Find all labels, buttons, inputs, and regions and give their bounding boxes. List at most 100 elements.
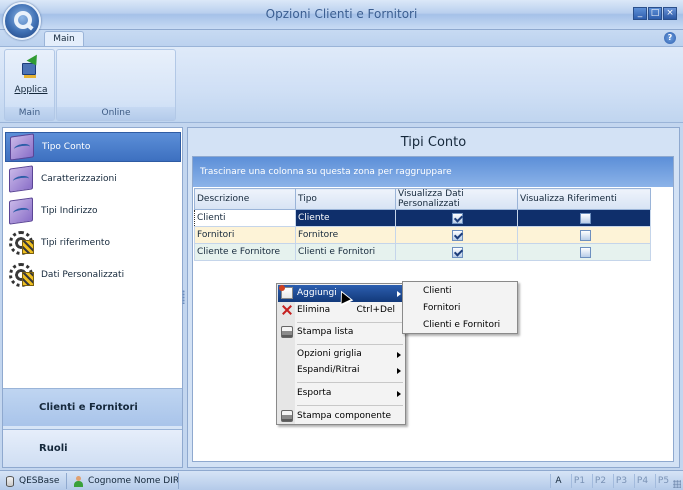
app-menu-orb[interactable] [3, 2, 41, 40]
submenu-arrow-icon [397, 352, 401, 358]
user-icon [74, 475, 83, 487]
group-by-zone[interactable]: Trascinare una colonna su questa zona pe… [193, 157, 673, 187]
title-bar: Opzioni Clienti e Fornitori _ □ × [0, 0, 683, 30]
ribbon-tabstrip: Main ? [0, 30, 683, 47]
nav-item-label: Caratterizzazioni [41, 174, 117, 184]
cell-dati-personalizzati[interactable] [395, 226, 518, 244]
ribbon-group-online: Online [56, 49, 176, 121]
cell-dati-personalizzati[interactable] [395, 209, 518, 227]
group-label-main: Main [5, 107, 54, 120]
checkbox-unchecked[interactable] [579, 229, 591, 241]
grid-header-row: Descrizione Tipo Visualizza Dati Persona… [194, 188, 651, 210]
group-label-online: Online [57, 107, 175, 120]
table-row[interactable]: Cliente e Fornitore Clienti e Fornitori [194, 243, 651, 261]
section-ruoli[interactable]: Ruoli [3, 429, 182, 467]
submenu-item-fornitori[interactable]: Fornitori [404, 300, 516, 317]
menu-item-espandi-ritrai[interactable]: Espandi/Ritrai [278, 362, 405, 379]
page-title: Tipi Conto [400, 135, 467, 150]
left-navigation-panel: Tipo Conto Caratterizzazioni Tipi Indiri… [2, 127, 183, 468]
cell-descrizione[interactable]: Fornitori [194, 226, 296, 244]
column-header-tipo[interactable]: Tipo [295, 188, 396, 210]
menu-item-opzioni-griglia[interactable]: Opzioni griglia [278, 346, 405, 363]
close-button[interactable]: × [663, 7, 677, 20]
column-header-riferimenti[interactable]: Visualizza Riferimenti [517, 188, 651, 210]
cell-tipo[interactable]: Fornitore [295, 226, 396, 244]
menu-separator [297, 382, 403, 383]
menu-item-stampa-componente[interactable]: Stampa componente [278, 408, 405, 425]
menu-item-stampa-lista[interactable]: Stampa lista [278, 324, 405, 341]
nav-item-label: Tipi riferimento [41, 238, 110, 248]
database-label: QESBase [19, 476, 60, 486]
menu-item-label: Elimina [297, 305, 331, 315]
nav-item-label: Tipo Conto [42, 142, 91, 152]
gear-icon [9, 263, 34, 287]
help-icon[interactable]: ? [664, 32, 676, 44]
cell-tipo[interactable]: Clienti e Fornitori [295, 243, 396, 261]
window-title: Opzioni Clienti e Fornitori [265, 7, 418, 21]
database-icon [6, 475, 14, 487]
column-header-dati-personalizzati[interactable]: Visualizza Dati Personalizzati [395, 188, 518, 210]
indicator-p5: P5 [655, 474, 671, 488]
menu-item-label: Espandi/Ritrai [297, 365, 360, 375]
status-user: Cognome Nome DIR [74, 474, 179, 488]
chart-icon [9, 165, 33, 193]
indicator-p4: P4 [634, 474, 650, 488]
resize-grip-icon[interactable] [673, 480, 681, 488]
panel-splitter[interactable] [182, 290, 185, 304]
ribbon: Applica Main Online [0, 46, 683, 123]
checkbox-unchecked[interactable] [579, 212, 591, 224]
nav-item-tipo-conto[interactable]: Tipo Conto [5, 132, 181, 162]
checkbox-checked[interactable] [452, 246, 463, 258]
nav-item-caratterizzazioni[interactable]: Caratterizzazioni [5, 164, 181, 194]
indicator-p2: P2 [592, 474, 608, 488]
tab-main[interactable]: Main [44, 31, 84, 47]
checkbox-checked[interactable] [452, 212, 463, 224]
section-clienti-fornitori[interactable]: Clienti e Fornitori [3, 388, 182, 426]
cell-descrizione[interactable]: Clienti [194, 209, 296, 227]
status-indicators: A P1 P2 P3 P4 P5 [550, 474, 671, 488]
maximize-button[interactable]: □ [648, 7, 662, 20]
applica-button[interactable]: Applica [11, 54, 51, 101]
menu-separator [297, 405, 403, 406]
cell-descrizione[interactable]: Cliente e Fornitore [194, 243, 296, 261]
cell-tipo[interactable]: Cliente [295, 209, 396, 227]
nav-item-dati-personalizzati[interactable]: Dati Personalizzati [5, 260, 181, 290]
menu-item-label: Stampa lista [297, 327, 354, 337]
submenu-item-clienti[interactable]: Clienti [404, 283, 516, 300]
nav-item-tipi-riferimento[interactable]: Tipi riferimento [5, 228, 181, 258]
nav-item-label: Dati Personalizzati [41, 270, 125, 280]
cell-riferimenti[interactable] [517, 209, 651, 227]
window-controls: _ □ × [633, 7, 677, 20]
submenu-arrow-icon [397, 291, 401, 297]
cell-riferimenti[interactable] [517, 243, 651, 261]
shortcut-label: Ctrl+Del [356, 305, 395, 315]
status-divider [66, 473, 67, 489]
grid-table: Descrizione Tipo Visualizza Dati Persona… [194, 188, 651, 261]
apply-icon [20, 54, 42, 79]
table-row[interactable]: Fornitori Fornitore [194, 226, 651, 244]
menu-item-esporta[interactable]: Esporta [278, 385, 405, 402]
checkbox-unchecked[interactable] [579, 246, 591, 258]
submenu-arrow-icon [397, 391, 401, 397]
column-header-descrizione[interactable]: Descrizione [194, 188, 296, 210]
status-database: QESBase [6, 474, 59, 488]
nav-list: Tipo Conto Caratterizzazioni Tipi Indiri… [3, 128, 182, 388]
chart-icon [9, 197, 33, 225]
nav-item-tipi-indirizzo[interactable]: Tipi Indirizzo [5, 196, 181, 226]
delete-icon [281, 304, 293, 316]
checkbox-checked[interactable] [452, 229, 463, 241]
submenu-aggiungi: Clienti Fornitori Clienti e Fornitori [402, 281, 518, 334]
menu-item-label: Esporta [297, 388, 332, 398]
minimize-button[interactable]: _ [633, 7, 647, 20]
cell-riferimenti[interactable] [517, 226, 651, 244]
menu-item-label: Aggiungi [297, 288, 337, 298]
submenu-item-clienti-fornitori[interactable]: Clienti e Fornitori [404, 317, 516, 334]
table-row[interactable]: Clienti Cliente [194, 209, 651, 227]
menu-item-label: Opzioni griglia [297, 349, 362, 359]
menu-item-label: Stampa componente [297, 411, 392, 421]
menu-separator [297, 322, 403, 323]
applica-label: Applica [14, 85, 48, 95]
cell-dati-personalizzati[interactable] [395, 243, 518, 261]
q-logo-icon [14, 11, 32, 29]
nav-item-label: Tipi Indirizzo [41, 206, 98, 216]
